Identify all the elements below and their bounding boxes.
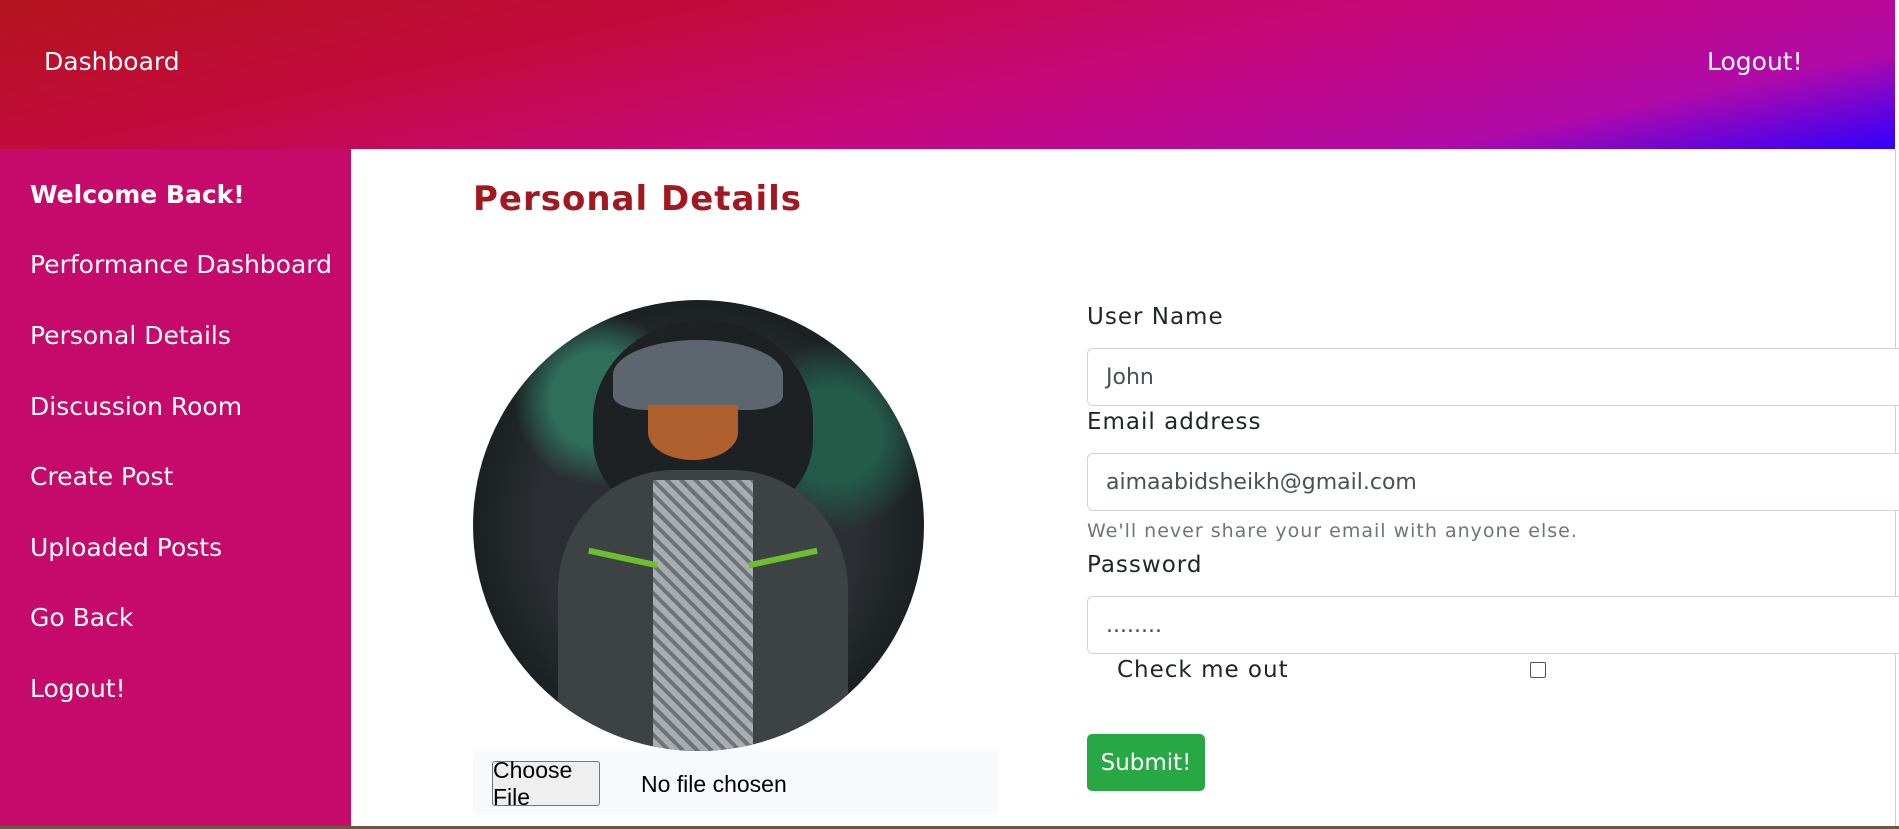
sidebar-item-logout[interactable]: Logout! [30,674,126,703]
email-field[interactable]: aimaabidsheikh@gmail.com [1087,453,1899,511]
sidebar-item-welcome[interactable]: Welcome Back! [30,180,245,209]
navbar-logout-link[interactable]: Logout! [1707,47,1803,76]
navbar-right-edge [1895,0,1899,149]
sidebar-item-performance-dashboard[interactable]: Performance Dashboard [30,250,332,279]
submit-button[interactable]: Submit! [1087,734,1205,791]
sidebar-item-go-back[interactable]: Go Back [30,603,133,632]
photo-face-shape [648,405,738,460]
photo-cap-shape [613,340,783,410]
sidebar: Welcome Back! Performance Dashboard Pers… [0,149,351,826]
sidebar-item-create-post[interactable]: Create Post [30,462,173,491]
email-label: Email address [1087,409,1262,435]
email-help-text: We'll never share your email with anyone… [1087,520,1578,542]
sidebar-item-personal-details[interactable]: Personal Details [30,321,231,350]
sidebar-item-uploaded-posts[interactable]: Uploaded Posts [30,533,222,562]
username-field[interactable]: John [1087,348,1899,406]
check-me-out-label: Check me out [1117,657,1289,683]
navbar-brand-link[interactable]: Dashboard [44,47,180,76]
top-navbar: Dashboard Logout! [0,0,1899,149]
file-upload: Choose File No file chosen [473,751,998,815]
sidebar-item-discussion-room[interactable]: Discussion Room [30,392,242,421]
profile-photo [473,300,924,751]
page-title: Personal Details [473,179,803,219]
choose-file-button[interactable]: Choose File [492,757,600,810]
password-label: Password [1087,552,1203,578]
photo-shirt-shape [653,480,753,751]
file-status-text: No file chosen [641,771,787,797]
username-label: User Name [1087,304,1224,330]
check-me-out-checkbox[interactable] [1530,662,1546,678]
password-field[interactable]: ........ [1087,596,1899,654]
